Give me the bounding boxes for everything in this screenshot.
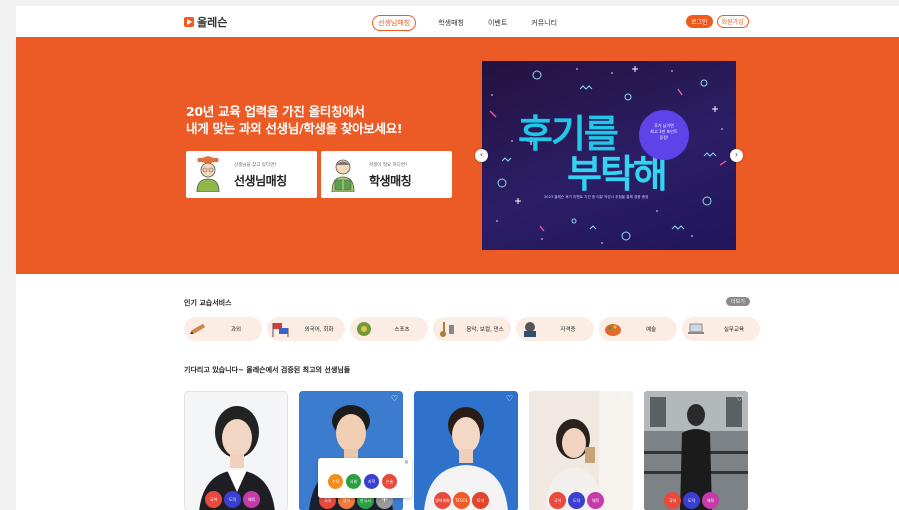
subject-tag: 수학 [328,474,343,489]
teacher-card[interactable]: ♡ 국어 도덕 체육 [184,391,288,510]
banner-badge-line3: 증정! [659,135,669,140]
banner-next-arrow-icon[interactable]: › [730,149,743,162]
join-button[interactable]: 회원가입 [716,15,749,28]
login-button[interactable]: 로그인 [686,15,713,28]
category-label: 과외 [230,327,242,333]
category-label: 예술 [645,327,657,333]
category-label: 실무교육 [723,327,745,333]
more-subjects-popup: × 수학 사회 과학 논술 [318,458,412,498]
hero-section: 20년 교육 업력을 가진 올티칭에서 내게 맞는 과외 선생님/학생을 찾아보… [16,37,899,274]
category-practical[interactable]: 실무교육 [682,317,760,341]
teachers-title: 기다리고 있습니다~ 올레슨에서 검증된 최고의 선생님들 [184,366,351,374]
subject-tag: 국어 [549,492,566,509]
hero-title-line1: 20년 교육 업력을 가진 올티칭에서 [186,104,365,119]
popular-title: 인기 교습서비스 [184,299,232,307]
logo-icon [184,17,194,27]
main-nav: 선생님매칭 학생매칭 이벤트 커뮤니티 [372,15,581,31]
subject-tag: 국어 [664,492,681,509]
subject-tag: 도덕 [683,492,700,509]
student-card-title: 학생매칭 [369,174,412,188]
favorite-heart-icon[interactable]: ♡ [736,394,743,403]
banner-badge: 후기 남기면 최고 3만 포인트 증정! [639,110,689,160]
subject-tag: 체육 [243,491,260,508]
subject-tag: 사회 [346,474,361,489]
teacher-avatar-icon [196,156,220,192]
subject-tag: 과학 [364,474,379,489]
logo-text: 올레슨 [197,16,228,29]
close-icon[interactable]: × [404,459,409,466]
teacher-card[interactable]: ♡ 국어 도덕 체육 [529,391,633,510]
more-button[interactable]: 더보기 [726,297,750,306]
teacher-card-title: 선생님매칭 [234,174,287,188]
header: 올레슨 선생님매칭 학생매칭 이벤트 커뮤니티 로그인 회원가입 [16,6,899,36]
subject-tags: 국어 도덕 체육 [549,492,604,509]
banner-prev-arrow-icon[interactable]: ‹ [475,149,488,162]
subject-tag: 체육 [587,492,604,509]
popup-subject-tags: 수학 사회 과학 논술 [328,474,397,489]
category-art[interactable]: 예술 [599,317,677,341]
category-tutoring[interactable]: 과외 [184,317,262,341]
event-banner[interactable]: 후기를 부탁해 후기 남기면 최고 3만 포인트 증정! 2023 올레슨 후기… [482,61,736,250]
favorite-heart-icon[interactable]: ♡ [621,394,628,403]
subject-tag: 토익 [472,492,489,509]
category-sports[interactable]: 스포츠 [350,317,428,341]
teacher-matching-card[interactable]: 선생님을 찾고 있다면? 선생님매칭 [186,151,317,198]
category-label: 외국어, 회화 [304,327,334,333]
category-label: 스포츠 [394,327,410,333]
subject-tag: 체육 [702,492,719,509]
favorite-heart-icon[interactable]: ♡ [275,395,282,404]
student-avatar-icon [331,159,355,192]
category-certificate[interactable]: 자격증 [516,317,594,341]
favorite-heart-icon[interactable]: ♡ [506,394,513,403]
teacher-cards: ♡ 국어 도덕 체육 ♡ 국어 영어 한국사 + ♡ 영어회화 TESOL 토익… [184,391,748,510]
subject-tag: 영어회화 [434,492,451,509]
subject-tag: TESOL [453,492,470,509]
subject-tag: 국어 [205,491,222,508]
subject-tag: 도덕 [224,491,241,508]
category-label: 음악, 보컬, 댄스 [466,327,504,333]
subject-tag: 도덕 [568,492,585,509]
subject-tags: 영어회화 TESOL 토익 [434,492,489,509]
page: 올레슨 선생님매칭 학생매칭 이벤트 커뮤니티 로그인 회원가입 20년 교육 … [16,6,899,510]
hero-title: 20년 교육 업력을 가진 올티칭에서 내게 맞는 과외 선생님/학생을 찾아보… [186,103,403,137]
category-music[interactable]: 음악, 보컬, 댄스 [433,317,511,341]
student-card-sub: 학생이 필요 하다면? [369,163,408,168]
teacher-card-sub: 선생님을 찾고 있다면? [234,163,277,168]
teacher-card[interactable]: ♡ 영어회화 TESOL 토익 [414,391,518,510]
subject-tags: 국어 도덕 체육 [664,492,719,509]
category-label: 자격증 [560,327,576,333]
subject-tags: 국어 도덕 체육 [205,491,260,508]
nav-student-matching[interactable]: 학생매칭 [438,18,464,28]
student-matching-card[interactable]: 학생이 필요 하다면? 학생매칭 [321,151,452,198]
subject-tag: 논술 [382,474,397,489]
nav-teacher-matching[interactable]: 선생님매칭 [372,15,417,31]
banner-caption: 2023 올레슨 후기 이벤트 기간 중 리뷰 작성시 추첨을 통해 경품 증정 [544,195,649,199]
auth-buttons: 로그인 회원가입 [686,15,749,28]
hero-title-line2: 내게 맞는 과외 선생님/학생을 찾아보세요! [186,121,403,136]
favorite-heart-icon[interactable]: ♡ [391,394,398,403]
nav-community[interactable]: 커뮤니티 [531,18,557,28]
nav-event[interactable]: 이벤트 [488,18,507,28]
category-list: 과외 외국어, 회화 스포츠 음악, 보컬, 댄스 자격증 예술 실무교육 [184,317,760,341]
teacher-card[interactable]: ♡ 국어 도덕 체육 [644,391,748,510]
logo[interactable]: 올레슨 [184,14,227,30]
category-language[interactable]: 외국어, 회화 [267,317,345,341]
